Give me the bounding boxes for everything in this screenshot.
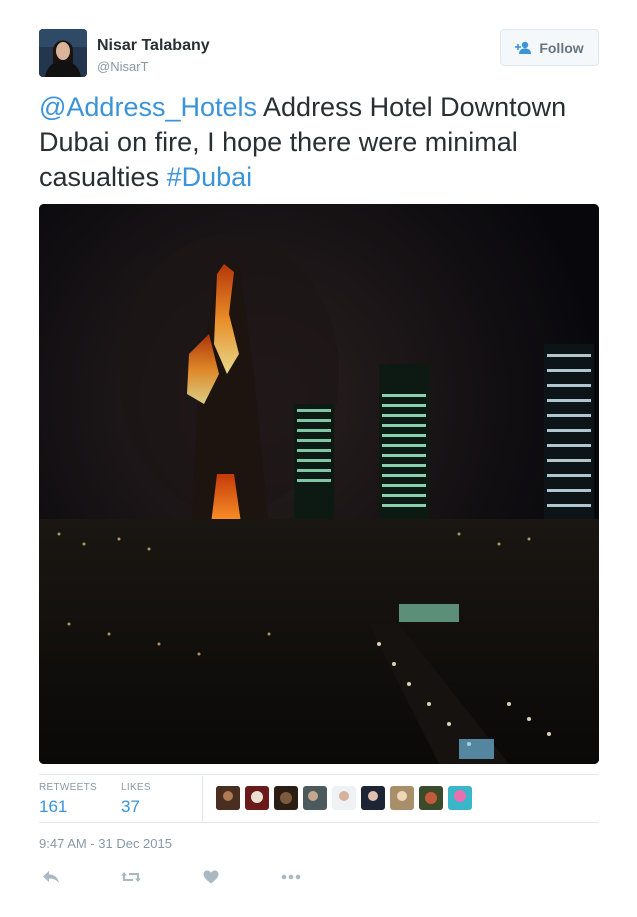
burning-skyscraper-photo	[39, 204, 599, 764]
user-name[interactable]: Nisar Talabany	[97, 37, 210, 55]
follow-label: Follow	[539, 39, 584, 56]
tweet-photo[interactable]	[39, 204, 599, 764]
retweets-count: 161	[39, 797, 68, 816]
reply-icon[interactable]	[39, 866, 63, 888]
more-icon[interactable]	[279, 866, 303, 888]
add-user-icon	[515, 41, 533, 55]
liker-avatar[interactable]	[274, 786, 298, 810]
liker-avatar[interactable]	[419, 786, 443, 810]
tweet-header: Nisar Talabany @NisarT Follow	[39, 29, 599, 79]
liker-avatar[interactable]	[361, 786, 385, 810]
hashtag-link[interactable]: #Dubai	[167, 162, 253, 192]
like-icon[interactable]	[199, 866, 223, 888]
liker-avatar[interactable]	[216, 786, 240, 810]
stats-bottom-divider	[39, 822, 599, 823]
tweet-timestamp[interactable]: 9:47 AM - 31 Dec 2015	[39, 836, 172, 851]
user-handle[interactable]: @NisarT	[97, 59, 148, 74]
mention-link[interactable]: @Address_Hotels	[39, 92, 257, 122]
stats-top-divider	[39, 774, 599, 775]
tweet-text: @Address_Hotels Address Hotel Downtown D…	[39, 90, 599, 195]
retweets-stat[interactable]: RETWEETS 161	[39, 782, 97, 817]
liker-avatar[interactable]	[448, 786, 472, 810]
liker-avatar[interactable]	[390, 786, 414, 810]
tweet-actions	[39, 866, 339, 888]
liker-avatar[interactable]	[332, 786, 356, 810]
follow-button[interactable]: Follow	[500, 29, 599, 66]
stats-separator	[202, 776, 203, 822]
likes-label: LIKES	[121, 782, 151, 793]
liker-avatar[interactable]	[245, 786, 269, 810]
retweet-icon[interactable]	[119, 866, 143, 888]
liker-avatar[interactable]	[303, 786, 327, 810]
retweets-label: RETWEETS	[39, 782, 97, 793]
liker-avatars	[216, 786, 472, 810]
likes-count: 37	[121, 797, 140, 816]
tweet-stats: RETWEETS 161 LIKES 37	[39, 776, 599, 822]
likes-stat[interactable]: LIKES 37	[121, 782, 151, 817]
user-avatar[interactable]	[39, 29, 87, 77]
